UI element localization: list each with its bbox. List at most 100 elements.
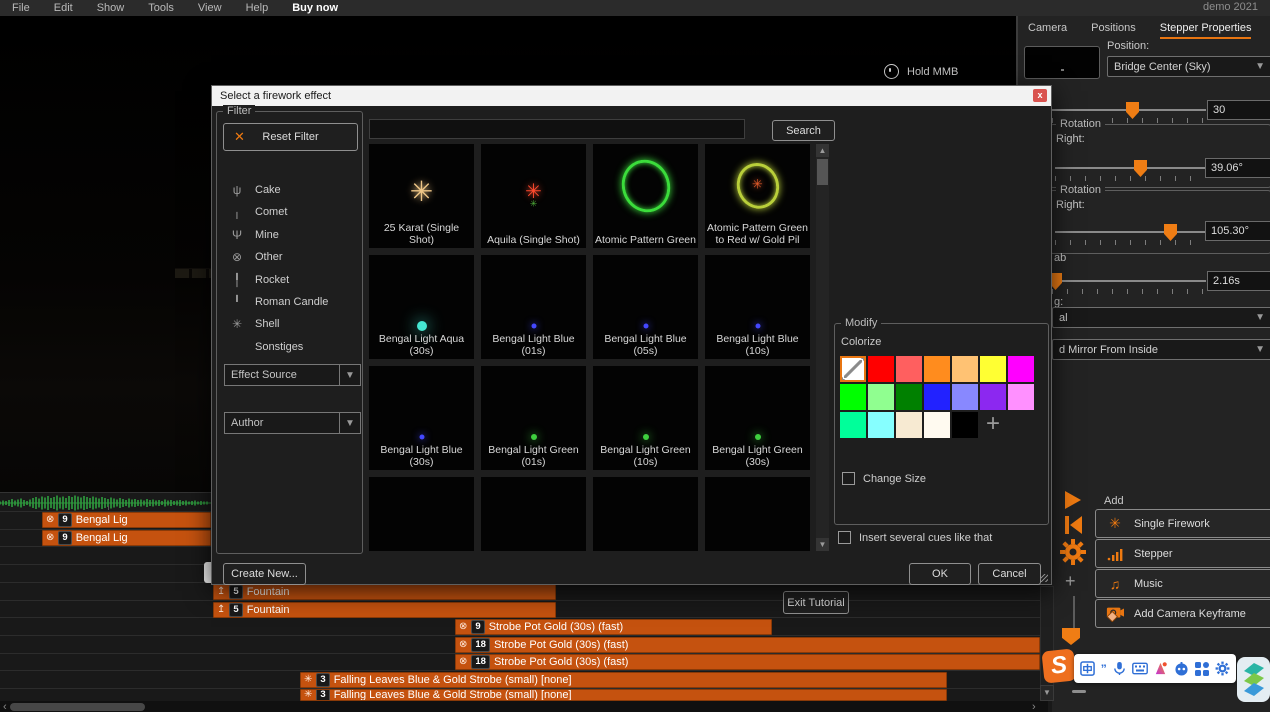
rotation1-slider-track[interactable] xyxy=(1055,167,1205,169)
cue-bar[interactable]: ⊗9Bengal Lig xyxy=(42,512,211,528)
play-icon[interactable] xyxy=(1063,489,1083,511)
single-firework-button[interactable]: ✳Single Firework xyxy=(1095,509,1270,538)
sogou-s-logo[interactable]: S xyxy=(1041,648,1076,683)
mic-icon[interactable] xyxy=(1113,661,1126,676)
cue-bar[interactable]: ↥5Fountain xyxy=(213,602,556,618)
mirror-dropdown[interactable]: d Mirror From Inside▼ xyxy=(1052,339,1270,360)
category-shell[interactable]: ✳Shell xyxy=(229,316,279,332)
category-comet[interactable]: ╷Comet xyxy=(229,204,287,220)
effect-tile[interactable]: Bengal Light Aqua (30s) xyxy=(369,255,474,359)
search-input[interactable] xyxy=(369,119,745,139)
swatch-ffff33[interactable] xyxy=(980,356,1006,382)
time-slider-track[interactable] xyxy=(1052,280,1206,282)
swatch-90ff90[interactable] xyxy=(868,384,894,410)
menu-item-show[interactable]: Show xyxy=(85,2,137,14)
swatch-8c28f0[interactable] xyxy=(980,384,1006,410)
effect-tile[interactable]: Atomic Pattern Green xyxy=(593,144,698,248)
effect-tile[interactable]: Bengal Light Blue (01s) xyxy=(481,255,586,359)
cue-bar[interactable]: ✳3Falling Leaves Blue & Gold Strobe (sma… xyxy=(300,672,947,688)
effect-tile[interactable] xyxy=(705,477,810,551)
timeline-horizontal-scrollbar[interactable]: ‹ › xyxy=(0,701,1048,712)
reset-filter-button[interactable]: ✕ Reset Filter xyxy=(223,123,358,151)
count-slider-handle[interactable] xyxy=(1126,102,1139,119)
rotation1-value[interactable]: 39.06° xyxy=(1205,158,1270,178)
swatch-ff00ff[interactable] xyxy=(1008,356,1034,382)
effect-tile[interactable] xyxy=(593,477,698,551)
ime-collapse-handle[interactable] xyxy=(1072,690,1086,693)
menu-item-edit[interactable]: Edit xyxy=(42,2,85,14)
skip-to-start-icon[interactable] xyxy=(1063,514,1083,536)
mode-dropdown[interactable]: al▼ xyxy=(1052,307,1270,328)
zoom-slider[interactable] xyxy=(1073,596,1075,630)
swatch-00ff00[interactable] xyxy=(840,384,866,410)
effect-tile[interactable]: ✳25 Karat (Single Shot) xyxy=(369,144,474,248)
add-camera-keyframe-button[interactable]: Add Camera Keyframe xyxy=(1095,599,1270,628)
skin-icon[interactable] xyxy=(1153,661,1168,676)
cue-bar[interactable]: ⊗18Strobe Pot Gold (30s) (fast) xyxy=(455,637,1040,653)
gear-icon[interactable] xyxy=(1060,539,1086,565)
plus-icon[interactable]: + xyxy=(1065,571,1076,592)
robot-icon[interactable] xyxy=(1174,662,1189,676)
apps-grid-icon[interactable] xyxy=(1195,662,1209,676)
swatch-008000[interactable] xyxy=(896,384,922,410)
create-new-button[interactable]: Create New... xyxy=(223,563,306,585)
snip-s-logo[interactable] xyxy=(1237,657,1270,702)
punctuation-icon[interactable]: ” xyxy=(1101,662,1107,676)
cue-bar[interactable]: ✳3Falling Leaves Blue & Gold Strobe (sma… xyxy=(300,689,947,701)
author-dropdown[interactable]: Author ▼ xyxy=(224,412,361,434)
effect-tile[interactable]: Bengal Light Green (30s) xyxy=(705,366,810,470)
scroll-down-arrow-icon[interactable]: ▼ xyxy=(1040,685,1054,701)
tab-stepper-properties[interactable]: Stepper Properties xyxy=(1160,22,1252,39)
rotation2-value[interactable]: 105.30° xyxy=(1205,221,1270,241)
ime-toolbar[interactable]: ” xyxy=(1074,654,1236,683)
cue-bar[interactable]: ↥5Fountain xyxy=(213,584,556,600)
search-button[interactable]: Search xyxy=(772,120,835,141)
menu-item-buy-now[interactable]: Buy now xyxy=(280,2,350,14)
swatch-00ff9a[interactable] xyxy=(840,412,866,438)
effect-tile[interactable]: Bengal Light Blue (05s) xyxy=(593,255,698,359)
timeline-marker-icon[interactable] xyxy=(1062,628,1080,645)
effects-scrollbar[interactable]: ▲ ▼ xyxy=(816,144,829,551)
resize-grip[interactable] xyxy=(1040,574,1048,582)
swatch-ff5f5f[interactable] xyxy=(896,356,922,382)
keyboard-icon[interactable] xyxy=(1132,662,1148,675)
swatch-ff90ff[interactable] xyxy=(1008,384,1034,410)
cancel-button[interactable]: Cancel xyxy=(978,563,1041,585)
tab-camera[interactable]: Camera xyxy=(1028,22,1067,39)
time-value[interactable]: 2.16s xyxy=(1207,271,1270,291)
swatch-86ffff[interactable] xyxy=(868,412,894,438)
effect-tile[interactable]: Bengal Light Blue (30s) xyxy=(369,366,474,470)
insert-cues-checkbox[interactable]: Insert several cues like that xyxy=(838,531,992,544)
scroll-left-arrow-icon[interactable]: ‹ xyxy=(3,701,7,712)
swatch-ffc273[interactable] xyxy=(952,356,978,382)
music-button[interactable]: ♫Music xyxy=(1095,569,1270,598)
menu-item-view[interactable]: View xyxy=(186,2,234,14)
scroll-up-arrow-icon[interactable]: ▲ xyxy=(816,144,829,157)
timeline-vertical-scrollbar[interactable] xyxy=(1040,586,1054,701)
category-other[interactable]: ⊗Other xyxy=(229,249,283,265)
change-size-checkbox[interactable]: Change Size xyxy=(842,472,926,485)
position-dropdown[interactable]: Bridge Center (Sky)▼ xyxy=(1107,56,1270,77)
swatch-no-color-selected[interactable] xyxy=(840,356,866,382)
menu-item-tools[interactable]: Tools xyxy=(136,2,186,14)
category-mine[interactable]: ΨMine xyxy=(229,227,279,243)
ok-button[interactable]: OK xyxy=(909,563,971,585)
exit-tutorial-button[interactable]: Exit Tutorial xyxy=(783,591,849,614)
swatch-ff8c1e[interactable] xyxy=(924,356,950,382)
checkbox[interactable] xyxy=(838,531,851,544)
cue-bar[interactable]: ⊗9Bengal Lig xyxy=(42,530,211,546)
category-rocket[interactable]: ╿Rocket xyxy=(229,272,289,288)
menu-item-help[interactable]: Help xyxy=(234,2,281,14)
zhong-icon[interactable] xyxy=(1080,661,1095,676)
swatch-f7ead2[interactable] xyxy=(896,412,922,438)
effect-tile[interactable] xyxy=(481,477,586,551)
tab-positions[interactable]: Positions xyxy=(1091,22,1136,39)
effects-scroll-thumb[interactable] xyxy=(817,159,828,185)
category-roman-candle[interactable]: ╹Roman Candle xyxy=(229,294,328,310)
effect-tile[interactable]: ✳Atomic Pattern Green to Red w/ Gold Pil xyxy=(705,144,810,248)
settings-icon[interactable] xyxy=(1215,661,1230,676)
stepper-button[interactable]: Stepper xyxy=(1095,539,1270,568)
checkbox[interactable] xyxy=(842,472,855,485)
swatch-ff0000[interactable] xyxy=(868,356,894,382)
category-cake[interactable]: ψCake xyxy=(229,182,281,198)
